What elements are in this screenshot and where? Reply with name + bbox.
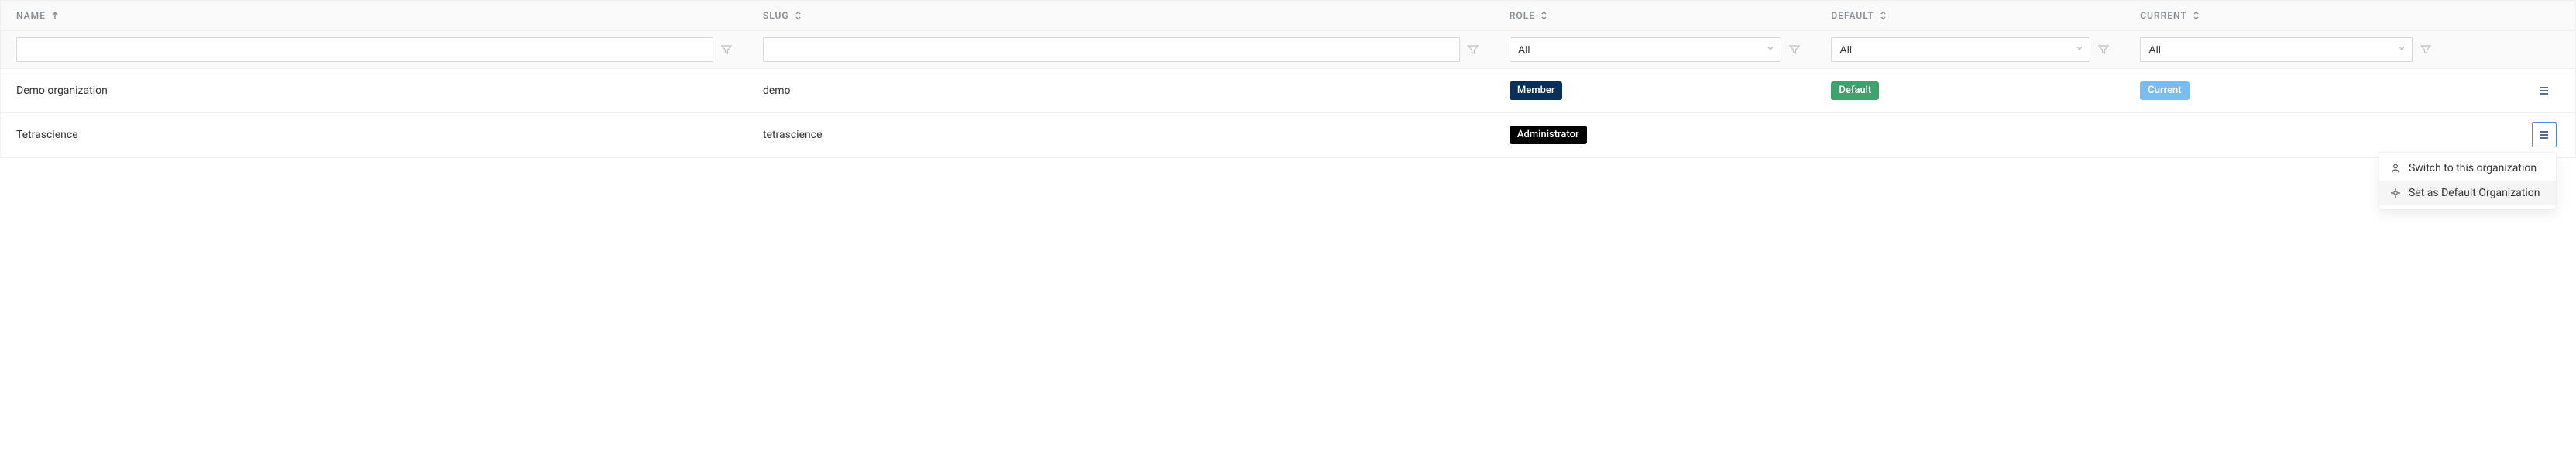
sort-asc-icon (50, 11, 60, 20)
column-header-default[interactable]: DEFAULT (1831, 10, 1887, 21)
column-header-current-label: CURRENT (2140, 10, 2186, 21)
filter-icon[interactable] (721, 44, 732, 55)
sort-both-icon (1540, 10, 1548, 21)
current-badge: Current (2140, 81, 2189, 100)
sort-both-icon (2192, 10, 2200, 21)
row-menu-button[interactable] (2532, 122, 2557, 147)
column-header-role-label: ROLE (1510, 10, 1535, 21)
user-icon (2390, 163, 2401, 174)
column-header-slug[interactable]: SLUG (763, 10, 802, 21)
filter-current-select[interactable] (2140, 37, 2413, 62)
column-header-role[interactable]: ROLE (1510, 10, 1548, 21)
column-header-current[interactable]: CURRENT (2140, 10, 2200, 21)
column-header-slug-label: SLUG (763, 10, 789, 21)
filter-icon[interactable] (1468, 44, 1479, 55)
table-filter-row (1, 31, 2575, 69)
filter-icon[interactable] (2098, 44, 2109, 55)
default-badge: Default (1831, 81, 1879, 100)
role-badge: Member (1510, 81, 1563, 100)
table-row: Tetrascience tetrascience Administrator … (1, 113, 2575, 157)
sort-both-icon (1879, 10, 1887, 21)
filter-role-select[interactable] (1510, 37, 1782, 62)
dropdown-item-switch-org[interactable]: Switch to this organization (2379, 156, 2556, 181)
filter-default-select[interactable] (1831, 37, 2090, 62)
table-row: Demo organization demo Member Default Cu… (1, 69, 2575, 113)
cell-slug: demo (763, 85, 791, 97)
row-actions-dropdown: Switch to this organization Set as Defau… (2379, 152, 2557, 209)
filter-name-input[interactable] (16, 37, 713, 62)
cell-name: Demo organization (16, 85, 108, 97)
role-badge: Administrator (1510, 126, 1587, 144)
cell-name: Tetrascience (16, 129, 78, 141)
filter-icon[interactable] (2420, 44, 2431, 55)
table-header-row: NAME SLUG ROLE DE (1, 1, 2575, 31)
filter-slug-input[interactable] (763, 37, 1460, 62)
organizations-table: NAME SLUG ROLE DE (0, 0, 2576, 158)
target-icon (2390, 188, 2401, 198)
filter-icon[interactable] (1789, 44, 1800, 55)
column-header-default-label: DEFAULT (1831, 10, 1874, 21)
column-header-name-label: NAME (16, 10, 46, 21)
row-menu-button[interactable] (2532, 78, 2557, 103)
cell-slug: tetrascience (763, 129, 823, 141)
sort-both-icon (794, 10, 802, 21)
column-header-name[interactable]: NAME (16, 10, 60, 21)
dropdown-item-label: Set as Default Organization (2409, 187, 2540, 199)
dropdown-item-set-default[interactable]: Set as Default Organization (2379, 181, 2556, 205)
dropdown-item-label: Switch to this organization (2409, 162, 2537, 174)
